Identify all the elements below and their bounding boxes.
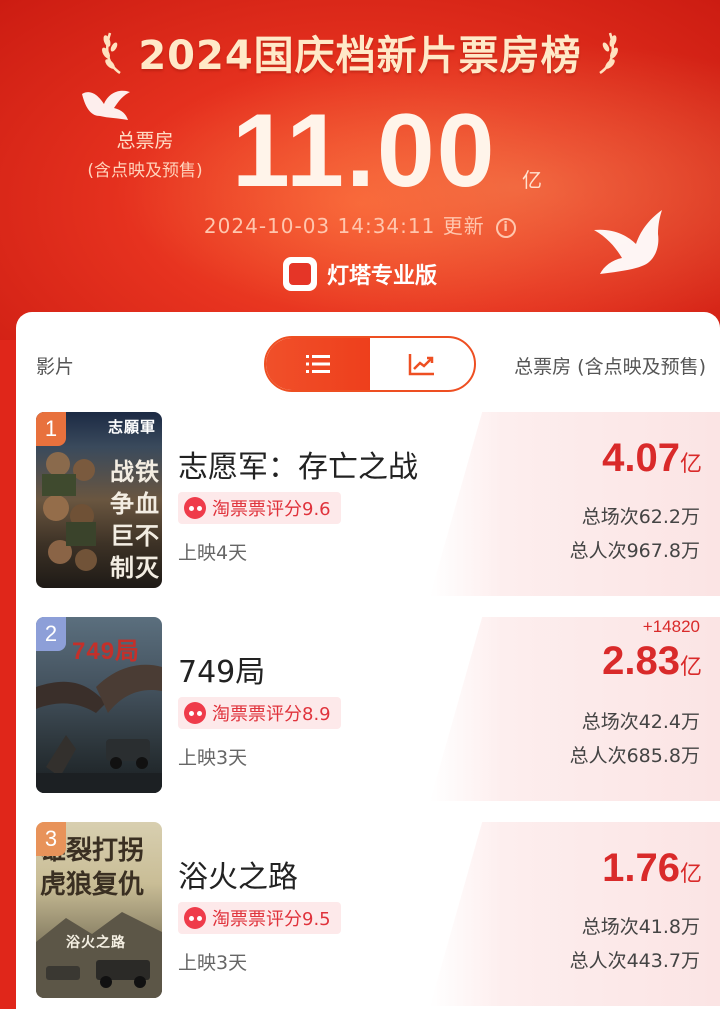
- taopiaopiao-icon: [184, 497, 206, 519]
- poster-title: 浴火之路: [66, 935, 126, 951]
- box-office-unit: 亿: [679, 452, 702, 477]
- movie-title: 浴火之路: [178, 860, 298, 895]
- movie-poster: 志願軍 战铁 争血 巨不 制灭 1: [36, 412, 162, 588]
- total-label: 总票房: [116, 130, 174, 152]
- rating-badge: 淘票票评分9.5: [178, 902, 341, 934]
- laurel-right-icon: [598, 32, 618, 75]
- poster-slogan: 虎狼复仇: [40, 870, 145, 900]
- list-item[interactable]: 志願軍 战铁 争血 巨不 制灭 1 志愿军：存亡之战 淘票票评分9.6 上映4天…: [16, 412, 720, 596]
- total-admissions: 总人次967.8万: [569, 540, 700, 562]
- box-office: 2.83亿: [602, 639, 702, 684]
- movie-title: 749局: [178, 655, 266, 690]
- box-office: 1.76亿: [602, 846, 702, 891]
- trend-chart-icon: [408, 354, 434, 376]
- brand-name: 灯塔专业版: [326, 264, 437, 289]
- movie-poster: 749局 2: [36, 617, 162, 793]
- total-box-office: 总票房 (含点映及预售) 11.00 亿: [0, 96, 720, 206]
- total-shows: 总场次42.4万: [581, 711, 700, 733]
- poster-title: 749局: [72, 638, 141, 665]
- rank-badge: 2: [36, 617, 66, 651]
- release-days: 上映3天: [178, 952, 248, 974]
- laurel-left-icon: [102, 32, 122, 75]
- taopiaopiao-icon: [184, 907, 206, 929]
- poster-slogan: 巨不: [110, 522, 160, 550]
- total-shows: 总场次62.2万: [581, 506, 700, 528]
- rating-badge: 淘票票评分8.9: [178, 697, 341, 729]
- poster-title: 志願軍: [107, 418, 156, 436]
- rating-badge: 淘票票评分9.6: [178, 492, 341, 524]
- total-shows: 总场次41.8万: [581, 916, 700, 938]
- rank-badge: 1: [36, 412, 66, 446]
- brand-logo-icon: [282, 257, 317, 291]
- view-toggle: [264, 336, 476, 392]
- release-days: 上映4天: [178, 542, 248, 564]
- poster-slogan: 争血: [110, 490, 160, 518]
- rank-badge: 3: [36, 822, 66, 856]
- movie-title: 志愿军：存亡之战: [178, 450, 418, 485]
- info-icon[interactable]: i: [496, 217, 517, 238]
- total-admissions: 总人次685.8万: [569, 745, 700, 767]
- brand: 灯塔专业版: [0, 254, 720, 294]
- list-icon: [306, 355, 330, 373]
- poster-slogan: 战铁: [110, 458, 160, 486]
- update-time-text: 2024-10-03 14:34:11 更新: [203, 214, 485, 238]
- box-office: 4.07亿: [602, 436, 702, 481]
- total-unit: 亿: [522, 168, 542, 192]
- update-time: 2024-10-03 14:34:11 更新 i: [0, 210, 720, 239]
- taopiaopiao-icon: [184, 702, 206, 724]
- ranking-card: 影片 总票房 (含点映及预售) 志願軍 战铁 争血 巨不 制灭 1 志愿军：存亡…: [16, 312, 720, 1009]
- rating-text: 淘票票评分9.6: [212, 499, 331, 520]
- list-item[interactable]: 雄裂打拐 虎狼复仇 浴火之路 3 浴火之路 淘票票评分9.5 上映3天 1.76…: [16, 822, 720, 1006]
- header-banner: 2024国庆档新片票房榜 总票房 (含点映及预售) 11.00 亿 2024-1…: [0, 0, 720, 340]
- box-office-delta: +14820: [642, 617, 700, 636]
- movie-poster: 雄裂打拐 虎狼复仇 浴火之路 3: [36, 822, 162, 998]
- release-days: 上映3天: [178, 747, 248, 769]
- box-office-value: 4.07: [602, 436, 680, 480]
- total-sublabel: (含点映及预售): [87, 161, 203, 181]
- total-value: 11.00: [232, 93, 497, 209]
- box-office-unit: 亿: [679, 655, 702, 680]
- page-title: 2024国庆档新片票房榜: [138, 33, 582, 79]
- list-item[interactable]: 749局 2 749局 淘票票评分8.9 上映3天 +14820 2.83亿 总…: [16, 617, 720, 801]
- trend-view-button[interactable]: [370, 338, 474, 390]
- title-row: 2024国庆档新片票房榜: [0, 22, 720, 82]
- box-office-unit: 亿: [679, 862, 702, 887]
- list-header: 影片 总票房 (含点映及预售): [16, 312, 720, 402]
- list-view-button[interactable]: [266, 338, 370, 390]
- rating-text: 淘票票评分8.9: [212, 704, 331, 725]
- column-box-office-label: 总票房 (含点映及预售): [514, 356, 706, 378]
- rating-text: 淘票票评分9.5: [212, 909, 331, 930]
- poster-slogan: 制灭: [110, 554, 160, 582]
- total-admissions: 总人次443.7万: [569, 950, 700, 972]
- box-office-value: 1.76: [602, 846, 680, 890]
- box-office-value: 2.83: [602, 639, 680, 683]
- column-movie-label: 影片: [36, 356, 75, 378]
